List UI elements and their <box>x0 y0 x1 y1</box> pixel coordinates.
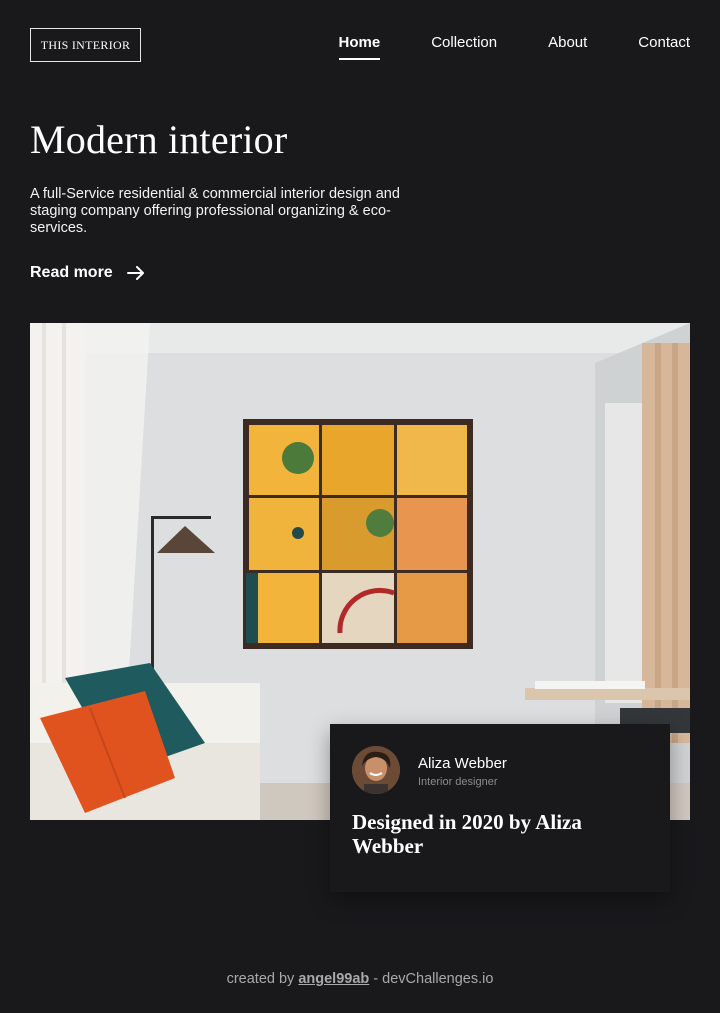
nav-contact[interactable]: Contact <box>638 34 690 60</box>
designer-avatar <box>352 746 400 794</box>
nav-home[interactable]: Home <box>338 34 381 60</box>
footer-prefix: created by <box>226 971 295 987</box>
arrow-right-icon <box>126 266 145 280</box>
hero-title: Modern interior <box>30 117 288 162</box>
main-nav: Home Collection About Contact <box>288 34 690 60</box>
designer-card: Aliza Webber Interior designer Designed … <box>330 724 670 892</box>
nav-about[interactable]: About <box>548 34 587 60</box>
hero-description: A full-Service residential & commercial … <box>30 186 400 236</box>
designer-name: Aliza Webber <box>418 755 507 772</box>
read-more-label: Read more <box>30 264 113 281</box>
nav-collection[interactable]: Collection <box>431 34 497 60</box>
footer-suffix: - devChallenges.io <box>373 971 494 987</box>
logo[interactable]: THIS INTERIOR <box>30 28 141 62</box>
footer-author-link[interactable]: angel99ab <box>298 971 369 987</box>
footer: created by angel99ab - devChallenges.io <box>0 971 720 987</box>
read-more-link[interactable]: Read more <box>30 264 145 282</box>
card-title: Designed in 2020 by Aliza Webber <box>352 810 582 858</box>
designer-role: Interior designer <box>418 776 498 788</box>
